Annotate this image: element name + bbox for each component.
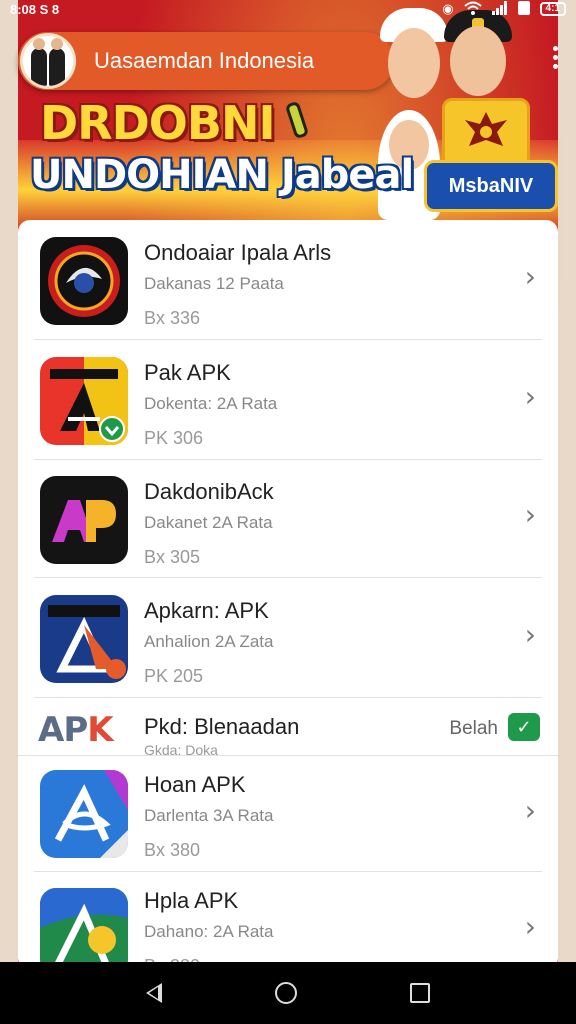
check-icon[interactable]: ✓ <box>508 713 540 741</box>
header-title: Uasaemdan Indonesia <box>94 48 315 73</box>
app-subtitle: Dahano: 2A Rata <box>144 922 274 941</box>
status-icons: ◉ 4:1 <box>442 0 566 18</box>
app-icon <box>40 888 128 970</box>
app-size: Bx 336 <box>144 308 201 328</box>
app-name: Hpla APK <box>144 888 239 913</box>
apk-logo-k: K <box>87 710 113 750</box>
app-size: Bx 380 <box>144 840 201 860</box>
sim-icon <box>517 0 530 18</box>
avatar-person-2 <box>49 38 65 86</box>
list-item[interactable]: Hoan APK Darlenta 3A Rata Bx 380 › <box>18 756 558 872</box>
list-item[interactable]: Hpla APK Dahano: 2A Rata Bx 380 › <box>18 872 558 970</box>
home-icon[interactable] <box>274 982 297 1004</box>
more-options-icon[interactable] <box>553 46 558 69</box>
app-icon <box>40 595 128 683</box>
recent-apps-icon[interactable] <box>409 983 430 1003</box>
banner-headline: DRDOBNI <box>40 96 276 150</box>
app-icon <box>40 770 128 858</box>
status-time: 8:08 S 8 <box>10 1 60 17</box>
list-item[interactable]: Pak APK Dokenta: 2A Rata PK 306 › <box>18 340 558 460</box>
banner-subheadline: UNDOHIAN Jabeal <box>30 152 414 198</box>
apk-logo: APK <box>38 710 114 750</box>
person-graphic <box>388 28 440 98</box>
download-name: Pkd: Blenaadan <box>144 714 300 739</box>
wifi-icon <box>463 1 482 18</box>
avatar-person-1 <box>31 38 47 86</box>
app-size: PK 306 <box>144 428 204 448</box>
app-info: DakdonibAck Dakanet 2A Rata Bx 305 <box>144 479 274 568</box>
app-size: PK 205 <box>144 666 204 686</box>
chevron-right-icon[interactable]: › <box>525 794 536 827</box>
chevron-right-icon[interactable]: › <box>525 910 536 943</box>
status-bar: 8:08 S 8 ◉ 4:1 <box>0 0 576 18</box>
app-subtitle: Dakanas 12 Paata <box>144 274 284 293</box>
app-subtitle: Dakanet 2A Rata <box>144 513 273 532</box>
system-navigation-bar <box>0 962 576 1024</box>
app-name: Ondoaiar Ipala Arls <box>144 240 332 265</box>
app-icon <box>40 357 128 445</box>
list-item[interactable]: Ondoaiar Ipala Arls Dakanas 12 Paata Bx … <box>18 220 558 340</box>
back-icon[interactable] <box>146 983 163 1003</box>
app-subtitle: Anhalion 2A Zata <box>144 632 274 651</box>
chevron-right-icon[interactable]: › <box>525 498 536 531</box>
list-item[interactable]: DakdonibAck Dakanet 2A Rata Bx 305 › <box>18 460 558 578</box>
app-header: Uasaemdan Indonesia <box>18 32 394 90</box>
apk-logo-ap: AP <box>38 710 88 750</box>
app-name: Pak APK <box>144 360 231 385</box>
app-info: Ondoaiar Ipala Arls Dakanas 12 Paata Bx … <box>144 240 331 329</box>
avatar[interactable] <box>20 33 76 89</box>
chevron-right-icon[interactable]: › <box>525 380 536 413</box>
app-icon <box>40 237 128 325</box>
app-size: Bx 305 <box>144 547 201 567</box>
app-subtitle: Dokenta: 2A Rata <box>144 394 278 413</box>
app-icon <box>40 476 128 564</box>
app-name: Apkarn: APK <box>144 598 269 623</box>
location-icon: ◉ <box>442 1 454 16</box>
app-info: Pak APK Dokenta: 2A Rata PK 306 <box>144 360 277 449</box>
banner-button[interactable]: MsbaNIV <box>424 160 558 212</box>
download-status: Belah <box>449 718 498 739</box>
chevron-right-icon[interactable]: › <box>525 260 536 293</box>
list-item[interactable]: Apkarn: APK Anhalion 2A Zata PK 205 › <box>18 578 558 698</box>
garuda-emblem-icon <box>442 98 530 168</box>
app-list: Ondoaiar Ipala Arls Dakanas 12 Paata Bx … <box>18 220 558 970</box>
officer-graphic <box>450 26 506 96</box>
battery-icon: 4:1 <box>539 2 566 16</box>
app-name: DakdonibAck <box>144 479 274 504</box>
app-subtitle: Darlenta 3A Rata <box>144 806 274 825</box>
app-info: Apkarn: APK Anhalion 2A Zata PK 205 <box>144 598 273 687</box>
signal-icon <box>491 0 508 18</box>
app-info: Hoan APK Darlenta 3A Rata Bx 380 <box>144 772 273 861</box>
app-info: Hpla APK Dahano: 2A Rata Bx 380 <box>144 888 273 970</box>
app-name: Hoan APK <box>144 772 246 797</box>
download-row[interactable]: APK Pkd: Blenaadan Gkda: Doka Belah ✓ <box>18 698 558 758</box>
chevron-right-icon[interactable]: › <box>525 618 536 651</box>
